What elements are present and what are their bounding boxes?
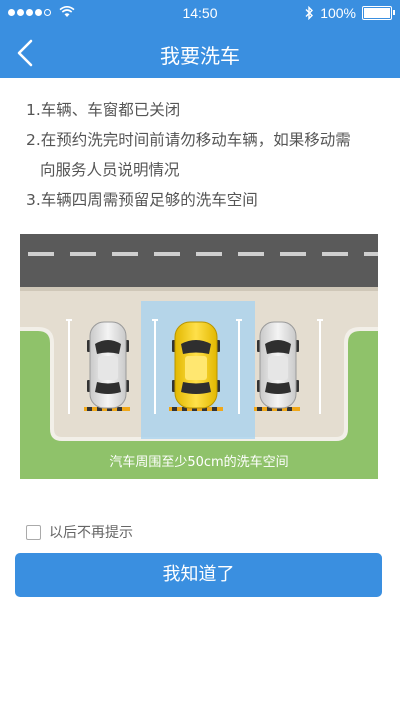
- parking-illustration: 汽车周围至少50cm的洗车空间: [20, 234, 378, 479]
- note-item-2: 2.在预约洗完时间前请勿移动车辆，如果移动需: [26, 131, 351, 149]
- page-title: 我要洗车: [160, 44, 240, 68]
- road: [20, 234, 378, 287]
- note-item-1: 1.车辆、车窗都已关闭: [26, 101, 181, 119]
- note-item-2-continued: 向服务人员说明情况: [40, 161, 180, 179]
- battery-icon: [362, 6, 395, 20]
- status-bar: 14:50 100%: [0, 0, 400, 28]
- car-right: [257, 321, 299, 409]
- dont-remind-checkbox-row[interactable]: 以后不再提示: [26, 522, 133, 542]
- car-left: [87, 321, 129, 409]
- parking-scene-image: 汽车周围至少50cm的洗车空间: [20, 234, 378, 479]
- bluetooth-icon: [305, 6, 314, 20]
- car-center: [172, 321, 220, 409]
- dont-remind-label: 以后不再提示: [49, 525, 133, 541]
- notes-list: 1.车辆、车窗都已关闭 2.在预约洗完时间前请勿移动车辆，如果移动需 向服务人员…: [26, 95, 386, 215]
- road-dashes: [28, 252, 378, 256]
- dont-remind-checkbox[interactable]: [26, 524, 41, 540]
- got-it-button[interactable]: 我知道了: [15, 553, 382, 597]
- illustration-caption: 汽车周围至少50cm的洗车空间: [109, 454, 288, 470]
- battery-percent: 100%: [320, 5, 356, 21]
- status-right: 100%: [305, 5, 395, 21]
- nav-bar: 我要洗车: [0, 28, 400, 78]
- note-item-3: 3.车辆四周需预留足够的洗车空间: [26, 191, 258, 209]
